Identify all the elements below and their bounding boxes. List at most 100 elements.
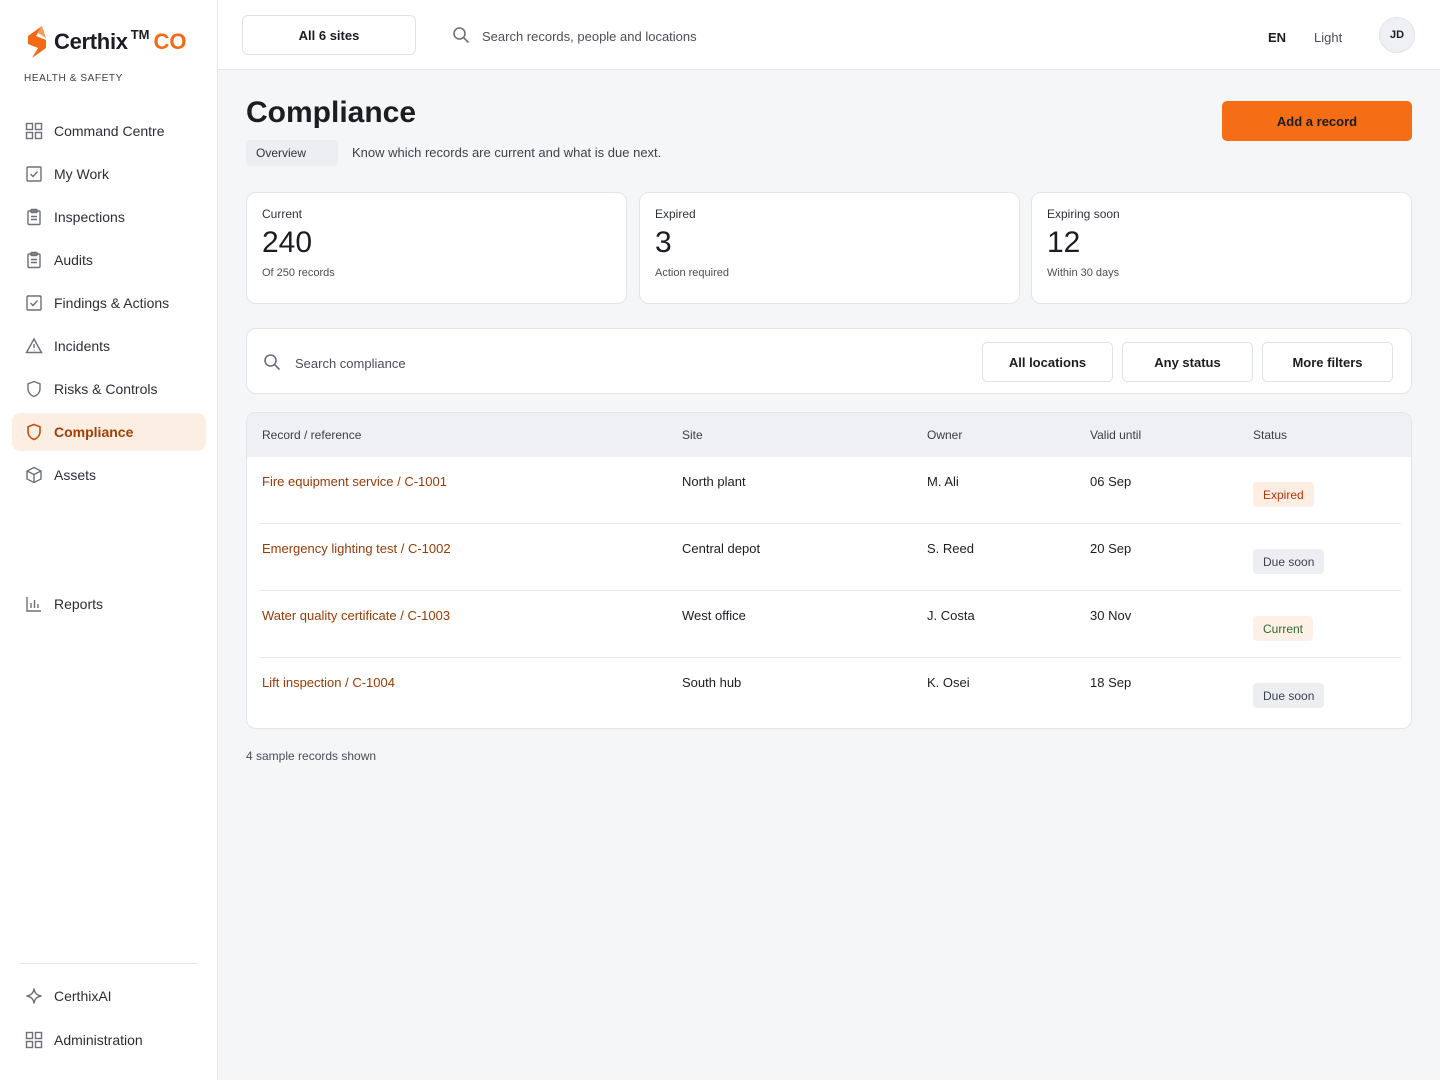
- record-link[interactable]: Lift inspection / C-1004: [262, 675, 395, 690]
- stat-label: Expired: [655, 207, 696, 221]
- record-link[interactable]: Fire equipment service / C-1001: [262, 474, 447, 489]
- owner-cell: K. Osei: [927, 675, 970, 690]
- column-header-site: Site: [682, 428, 703, 442]
- column-header-owner: Owner: [927, 428, 963, 442]
- sidebar-item-label: My Work: [54, 166, 109, 182]
- language-switcher[interactable]: EN: [1268, 30, 1286, 45]
- stat-value: 3: [655, 226, 672, 259]
- brand-subtitle: HEALTH & SAFETY: [24, 73, 123, 84]
- sidebar-item-label: Audits: [54, 252, 93, 268]
- checkbox-icon: [24, 293, 44, 313]
- sidebar-item-label: Incidents: [54, 338, 111, 354]
- record-link[interactable]: Water quality certificate / C-1003: [262, 608, 450, 623]
- sidebar-item-label: Compliance: [54, 424, 134, 440]
- sidebar-divider: [20, 963, 198, 964]
- stat-label: Current: [262, 207, 303, 221]
- status-filter[interactable]: Any status: [1122, 342, 1253, 382]
- page-title: Compliance: [246, 96, 417, 129]
- records-footnote: 4 sample records shown: [246, 749, 377, 763]
- grid-icon: [24, 1030, 44, 1050]
- global-search[interactable]: Search records, people and locations: [452, 26, 697, 47]
- topbar: All 6 sites Search records, people and l…: [218, 0, 1440, 70]
- sidebar-item-label: Assets: [54, 467, 97, 483]
- checkbox-icon: [24, 164, 44, 184]
- site-cell: Central depot: [682, 541, 761, 556]
- site-cell: South hub: [682, 675, 742, 690]
- sidebar-item-label: Risks & Controls: [54, 381, 158, 397]
- page-subtitle: Know which records are current and what …: [352, 145, 662, 160]
- sidebar-item-compliance[interactable]: Compliance: [12, 413, 206, 451]
- brand-suffix: CO: [153, 29, 187, 54]
- sidebar-reports-section: Reports: [12, 585, 206, 628]
- search-icon: [452, 26, 470, 47]
- overview-tag: Overview: [246, 140, 338, 166]
- table-row[interactable]: Water quality certificate / C-1003 West …: [247, 591, 1411, 658]
- stat-card-current: Current 240 Of 250 records: [246, 192, 627, 304]
- stat-card-expiring-soon: Expiring soon 12 Within 30 days: [1031, 192, 1412, 304]
- sidebar-item-reports[interactable]: Reports: [12, 585, 206, 623]
- valid-until-cell: 20 Sep: [1090, 541, 1132, 556]
- status-badge: Current: [1253, 616, 1314, 641]
- stat-card-expired: Expired 3 Action required: [639, 192, 1020, 304]
- sidebar-item-incidents[interactable]: Incidents: [12, 327, 206, 365]
- compliance-search-input[interactable]: Search compliance: [263, 353, 406, 374]
- grid-icon: [24, 121, 44, 141]
- sidebar-item-my-work[interactable]: My Work: [12, 155, 206, 193]
- clipboard-icon: [24, 207, 44, 227]
- site-selector-button[interactable]: All 6 sites: [242, 15, 416, 55]
- column-header-status: Status: [1253, 428, 1288, 442]
- sidebar-item-command-centre[interactable]: Command Centre: [12, 112, 206, 150]
- sidebar-item-risks-controls[interactable]: Risks & Controls: [12, 370, 206, 408]
- sparkle-icon: [24, 986, 44, 1006]
- valid-until-cell: 06 Sep: [1090, 474, 1132, 489]
- shield-icon: [24, 422, 44, 442]
- sidebar-item-administration[interactable]: Administration: [12, 1021, 206, 1059]
- table-row[interactable]: Fire equipment service / C-1001 North pl…: [247, 457, 1411, 524]
- stat-label: Expiring soon: [1047, 207, 1120, 221]
- stat-value: 240: [262, 226, 313, 259]
- sidebar-item-findings-actions[interactable]: Findings & Actions: [12, 284, 206, 322]
- brand-name: Certhix: [54, 29, 128, 54]
- theme-toggle[interactable]: Light: [1314, 30, 1342, 45]
- owner-cell: S. Reed: [927, 541, 974, 556]
- table-row[interactable]: Lift inspection / C-1004 South hub K. Os…: [247, 658, 1411, 725]
- owner-cell: M. Ali: [927, 474, 959, 489]
- user-avatar[interactable]: JD: [1379, 17, 1415, 53]
- sidebar-nav: Command Centre My Work Inspections Audit…: [12, 112, 206, 499]
- add-record-button[interactable]: Add a record: [1222, 101, 1412, 141]
- sidebar-item-inspections[interactable]: Inspections: [12, 198, 206, 236]
- column-header-record: Record / reference: [262, 428, 362, 442]
- sidebar-item-audits[interactable]: Audits: [12, 241, 206, 279]
- sidebar-bottom-nav: CerthixAI Administration: [12, 977, 206, 1065]
- table-header: Record / reference Site Owner Valid unti…: [247, 413, 1411, 457]
- more-filters-button[interactable]: More filters: [1262, 342, 1393, 382]
- sidebar-item-label: Command Centre: [54, 123, 165, 139]
- owner-cell: J. Costa: [927, 608, 975, 623]
- stat-note: Within 30 days: [1047, 267, 1120, 279]
- search-icon: [263, 353, 281, 374]
- shield-icon: [24, 379, 44, 399]
- status-badge: Expired: [1253, 482, 1314, 507]
- stat-note: Action required: [655, 267, 729, 279]
- warning-icon: [24, 336, 44, 356]
- stat-value: 12: [1047, 226, 1081, 259]
- global-search-placeholder: Search records, people and locations: [482, 29, 697, 44]
- sidebar-item-assets[interactable]: Assets: [12, 456, 206, 494]
- valid-until-cell: 18 Sep: [1090, 675, 1132, 690]
- sidebar-item-label: Findings & Actions: [54, 295, 170, 311]
- all-locations-filter[interactable]: All locations: [982, 342, 1113, 382]
- brand-trademark: TM: [130, 26, 150, 42]
- sidebar-item-certhixai[interactable]: CerthixAI: [12, 977, 206, 1015]
- sidebar-item-label: Administration: [54, 1032, 143, 1048]
- site-cell: North plant: [682, 474, 746, 489]
- filter-bar: Search compliance All locations Any stat…: [246, 328, 1412, 394]
- compliance-table: Record / reference Site Owner Valid unti…: [246, 412, 1412, 729]
- brand-logo[interactable]: Certhix TM CO: [24, 24, 186, 60]
- site-cell: West office: [682, 608, 746, 623]
- status-badge: Due soon: [1253, 549, 1325, 574]
- cube-icon: [24, 465, 44, 485]
- table-row[interactable]: Emergency lighting test / C-1002 Central…: [247, 524, 1411, 591]
- record-link[interactable]: Emergency lighting test / C-1002: [262, 541, 451, 556]
- sidebar-item-label: Inspections: [54, 209, 125, 225]
- sidebar-item-label: CerthixAI: [54, 988, 112, 1004]
